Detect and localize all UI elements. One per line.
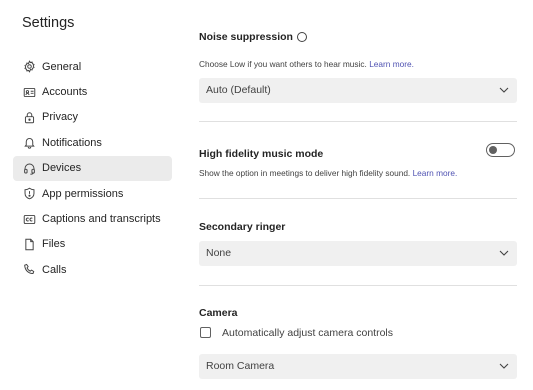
secondary-ringer-select[interactable]: None bbox=[199, 241, 517, 266]
gear-icon bbox=[22, 60, 36, 74]
settings-title: Settings bbox=[22, 15, 75, 31]
sidebar-item-label: Calls bbox=[42, 263, 67, 276]
camera-value: Room Camera bbox=[206, 360, 275, 372]
secondary-ringer-value: None bbox=[206, 247, 232, 259]
sidebar-item-files[interactable]: Files bbox=[13, 232, 172, 257]
devices-settings-panel: Noise suppression Choose Low if you want… bbox=[199, 0, 517, 390]
file-icon bbox=[22, 237, 36, 251]
sidebar-item-label: Devices bbox=[42, 162, 82, 175]
sidebar-item-label: Captions and transcripts bbox=[42, 213, 161, 226]
id-card-icon bbox=[22, 85, 36, 99]
noise-learn-more-link[interactable]: Learn more. bbox=[369, 59, 414, 69]
divider bbox=[199, 121, 517, 122]
settings-nav: General Accounts Privacy Notifications D… bbox=[13, 54, 172, 283]
chevron-down-icon bbox=[499, 87, 509, 93]
noise-suppression-description: Choose Low if you want others to hear mu… bbox=[199, 59, 414, 69]
noise-suppression-desc-text: Choose Low if you want others to hear mu… bbox=[199, 59, 367, 69]
auto-adjust-camera-checkbox[interactable] bbox=[200, 327, 211, 338]
hifi-music-description: Show the option in meetings to deliver h… bbox=[199, 168, 457, 178]
sidebar-item-notifications[interactable]: Notifications bbox=[13, 130, 172, 155]
noise-suppression-value: Auto (Default) bbox=[206, 84, 271, 96]
hifi-music-title: High fidelity music mode bbox=[199, 148, 324, 160]
sidebar-item-app-permissions[interactable]: App permissions bbox=[13, 181, 172, 206]
sidebar-item-label: Privacy bbox=[42, 111, 79, 124]
toggle-knob bbox=[489, 146, 497, 154]
info-icon[interactable] bbox=[296, 32, 307, 43]
sidebar-item-label: Files bbox=[42, 238, 66, 251]
hifi-music-toggle[interactable] bbox=[486, 143, 515, 157]
sidebar-item-label: Notifications bbox=[42, 136, 102, 149]
secondary-ringer-title: Secondary ringer bbox=[199, 221, 286, 233]
hifi-desc-text: Show the option in meetings to deliver h… bbox=[199, 168, 411, 178]
phone-icon bbox=[22, 263, 36, 277]
noise-suppression-title-text: Noise suppression bbox=[199, 31, 293, 43]
bell-icon bbox=[22, 136, 36, 150]
chevron-down-icon bbox=[499, 250, 509, 256]
divider bbox=[199, 198, 517, 199]
sidebar-item-calls[interactable]: Calls bbox=[13, 257, 172, 282]
headset-icon bbox=[22, 161, 36, 175]
chevron-down-icon bbox=[499, 363, 509, 369]
divider bbox=[199, 285, 517, 286]
sidebar-item-label: General bbox=[42, 60, 82, 73]
sidebar-item-general[interactable]: General bbox=[13, 54, 172, 79]
sidebar-item-devices[interactable]: Devices bbox=[13, 155, 172, 181]
shield-icon bbox=[22, 187, 36, 201]
lock-icon bbox=[22, 110, 36, 124]
hifi-learn-more-link[interactable]: Learn more. bbox=[413, 168, 458, 178]
sidebar-item-privacy[interactable]: Privacy bbox=[13, 105, 172, 130]
sidebar-item-accounts[interactable]: Accounts bbox=[13, 79, 172, 104]
camera-select[interactable]: Room Camera bbox=[199, 354, 517, 379]
sidebar-item-label: Accounts bbox=[42, 86, 88, 99]
settings-sidebar: Settings General Accounts Privacy Notifi… bbox=[0, 0, 185, 390]
closed-captions-icon bbox=[22, 212, 36, 226]
sidebar-item-label: App permissions bbox=[42, 187, 124, 200]
noise-suppression-select[interactable]: Auto (Default) bbox=[199, 78, 517, 103]
noise-suppression-title: Noise suppression bbox=[199, 31, 307, 43]
sidebar-item-captions[interactable]: Captions and transcripts bbox=[13, 206, 172, 231]
camera-title: Camera bbox=[199, 307, 238, 319]
auto-adjust-camera-label: Automatically adjust camera controls bbox=[222, 327, 393, 339]
